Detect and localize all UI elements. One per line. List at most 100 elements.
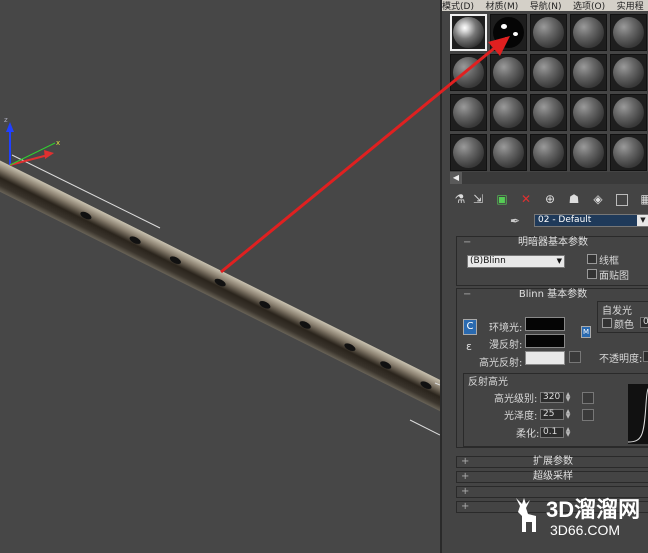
ambient-color-swatch[interactable] bbox=[525, 317, 565, 331]
watermark-url: 3D66.COM bbox=[550, 522, 621, 538]
specular-map-button[interactable] bbox=[569, 351, 581, 363]
self-illum-color-checkbox[interactable] bbox=[602, 318, 612, 328]
chevron-down-icon: ▼ bbox=[556, 257, 562, 265]
material-name-field[interactable]: 02 - Default ▼ bbox=[534, 214, 648, 227]
shader-type-value: (B)Blinn bbox=[470, 256, 506, 266]
deer-logo-icon bbox=[516, 498, 536, 532]
material-slot[interactable] bbox=[610, 134, 647, 171]
wire-checkbox[interactable] bbox=[587, 254, 597, 264]
spinner-arrows-icon[interactable]: ▲ ▼ bbox=[564, 409, 572, 420]
blinn-basic-params-rollout: − Blinn 基本参数 C ɛ 环境光: 漫反射: 高光反射: M 自发光 颜… bbox=[456, 288, 648, 448]
selection-bracket-bottom bbox=[409, 419, 440, 436]
supersampling-rollout[interactable]: + 超级采样 bbox=[456, 471, 648, 483]
collapse-icon[interactable]: − bbox=[463, 289, 471, 301]
shader-type-select[interactable]: (B)Blinn ▼ bbox=[467, 255, 565, 268]
soften-field[interactable]: 0.1 bbox=[540, 427, 564, 438]
self-illum-value-field[interactable]: 0 bbox=[640, 317, 648, 328]
material-slot[interactable] bbox=[530, 134, 567, 171]
watermark: 3D溜溜网 3D66.COM bbox=[498, 484, 648, 553]
svg-text:z: z bbox=[4, 116, 8, 124]
chevron-down-icon[interactable]: ▼ bbox=[637, 215, 648, 226]
menu-material[interactable]: 材质(M) bbox=[485, 3, 518, 12]
lock-diffuse-specular-button[interactable]: ɛ bbox=[463, 341, 475, 353]
shader-rollout-title: 明暗器基本参数 bbox=[518, 237, 588, 248]
menu-options[interactable]: 选项(O) bbox=[573, 3, 605, 12]
background-icon[interactable]: ▦ bbox=[638, 191, 648, 207]
material-slot[interactable] bbox=[570, 134, 607, 171]
glossiness-field[interactable]: 25 bbox=[540, 409, 564, 420]
material-slot[interactable] bbox=[570, 14, 607, 51]
material-slot[interactable] bbox=[530, 94, 567, 131]
perspective-viewport[interactable]: x z bbox=[0, 0, 440, 553]
material-slot[interactable] bbox=[450, 54, 487, 91]
shader-rollout-header[interactable]: − 明暗器基本参数 bbox=[457, 237, 648, 249]
specular-level-label: 高光级别: bbox=[494, 394, 538, 405]
sample-slots-grid bbox=[450, 14, 648, 172]
material-slot[interactable] bbox=[450, 134, 487, 171]
slots-scrollbar[interactable]: ◀ bbox=[450, 172, 648, 184]
material-slot[interactable] bbox=[530, 14, 567, 51]
material-slot[interactable] bbox=[610, 54, 647, 91]
material-slot[interactable] bbox=[490, 54, 527, 91]
blinn-rollout-title: Blinn 基本参数 bbox=[518, 289, 588, 300]
scroll-left-icon[interactable]: ◀ bbox=[450, 172, 462, 184]
material-slot[interactable] bbox=[450, 94, 487, 131]
material-slot[interactable] bbox=[610, 94, 647, 131]
material-slot[interactable] bbox=[490, 94, 527, 131]
make-unique-icon[interactable]: ⊕ bbox=[542, 191, 558, 207]
self-illum-label: 自发光 bbox=[602, 306, 632, 317]
extended-params-rollout[interactable]: + 扩展参数 bbox=[456, 456, 648, 468]
material-slot-active[interactable] bbox=[490, 14, 527, 51]
spinner-arrows-icon[interactable]: ▲ ▼ bbox=[564, 427, 572, 438]
flute-tube[interactable] bbox=[0, 154, 440, 412]
material-id-icon[interactable]: ◈ bbox=[590, 191, 606, 207]
specular-level-map-button[interactable] bbox=[582, 392, 594, 404]
material-slot[interactable] bbox=[610, 14, 647, 51]
reset-map-icon[interactable]: ✕ bbox=[518, 191, 534, 207]
soften-label: 柔化: bbox=[516, 429, 540, 440]
material-slot[interactable] bbox=[570, 54, 607, 91]
collapse-icon[interactable]: − bbox=[463, 237, 471, 249]
show-map-icon[interactable] bbox=[616, 194, 628, 206]
glossiness-map-button[interactable] bbox=[582, 409, 594, 421]
menu-navigation[interactable]: 导航(N) bbox=[530, 3, 562, 12]
self-illumination-group: 自发光 颜色 0 bbox=[597, 301, 648, 333]
material-slot[interactable] bbox=[530, 54, 567, 91]
ambient-label: 环境光: bbox=[489, 323, 523, 334]
material-name-value: 02 - Default bbox=[538, 215, 592, 225]
blinn-rollout-header[interactable]: − Blinn 基本参数 bbox=[457, 289, 648, 301]
assign-material-icon[interactable]: ▣ bbox=[494, 191, 510, 207]
transform-gizmo[interactable]: x z bbox=[4, 116, 60, 166]
specular-highlights-group: 反射高光 高光级别: 320 ▲ ▼ 光泽度: 25 ▲ ▼ 柔化: 0.1 ▲ ▼ bbox=[463, 373, 648, 447]
material-slot[interactable] bbox=[450, 14, 487, 51]
faceted-checkbox[interactable] bbox=[587, 269, 597, 279]
put-to-library-icon[interactable]: ☗ bbox=[566, 191, 582, 207]
menu-mode[interactable]: 模式(D) bbox=[442, 3, 474, 12]
wire-label: 线框 bbox=[599, 256, 619, 267]
material-editor-panel: 模式(D) 材质(M) 导航(N) 选项(O) 实用程 ◀ ⚗ ⇲ ▣ ✕ ⊕ … bbox=[440, 0, 648, 553]
lock-ambient-diffuse-button[interactable]: C bbox=[463, 319, 477, 335]
shader-basic-params-rollout: − 明暗器基本参数 (B)Blinn ▼ 线框 面贴图 bbox=[456, 236, 648, 286]
menu-utilities[interactable]: 实用程 bbox=[617, 3, 644, 12]
expand-icon[interactable]: + bbox=[461, 486, 469, 497]
specular-highlights-title: 反射高光 bbox=[468, 377, 508, 388]
put-to-scene-icon[interactable]: ⇲ bbox=[470, 191, 486, 207]
faceted-label: 面贴图 bbox=[599, 271, 629, 282]
diffuse-map-button[interactable]: M bbox=[581, 326, 591, 338]
specular-level-field[interactable]: 320 bbox=[540, 392, 564, 403]
diffuse-color-swatch[interactable] bbox=[525, 334, 565, 348]
spinner-arrows-icon[interactable]: ▲ ▼ bbox=[564, 392, 572, 403]
get-material-icon[interactable]: ⚗ bbox=[452, 191, 468, 207]
expand-icon[interactable]: + bbox=[461, 501, 469, 512]
material-slot[interactable] bbox=[570, 94, 607, 131]
diffuse-label: 漫反射: bbox=[489, 340, 523, 351]
menu-bar: 模式(D) 材质(M) 导航(N) 选项(O) 实用程 bbox=[442, 0, 648, 11]
material-slot[interactable] bbox=[490, 134, 527, 171]
glossiness-label: 光泽度: bbox=[504, 411, 538, 422]
opacity-field[interactable] bbox=[643, 351, 648, 362]
material-toolbar: ⚗ ⇲ ▣ ✕ ⊕ ☗ ◈ ▦ bbox=[450, 190, 648, 210]
eyedropper-icon[interactable]: ✒ bbox=[510, 214, 520, 228]
specular-color-swatch[interactable] bbox=[525, 351, 565, 365]
material-name-row: ✒ 02 - Default ▼ bbox=[450, 212, 648, 230]
self-illum-color-label: 颜色 bbox=[614, 320, 634, 331]
